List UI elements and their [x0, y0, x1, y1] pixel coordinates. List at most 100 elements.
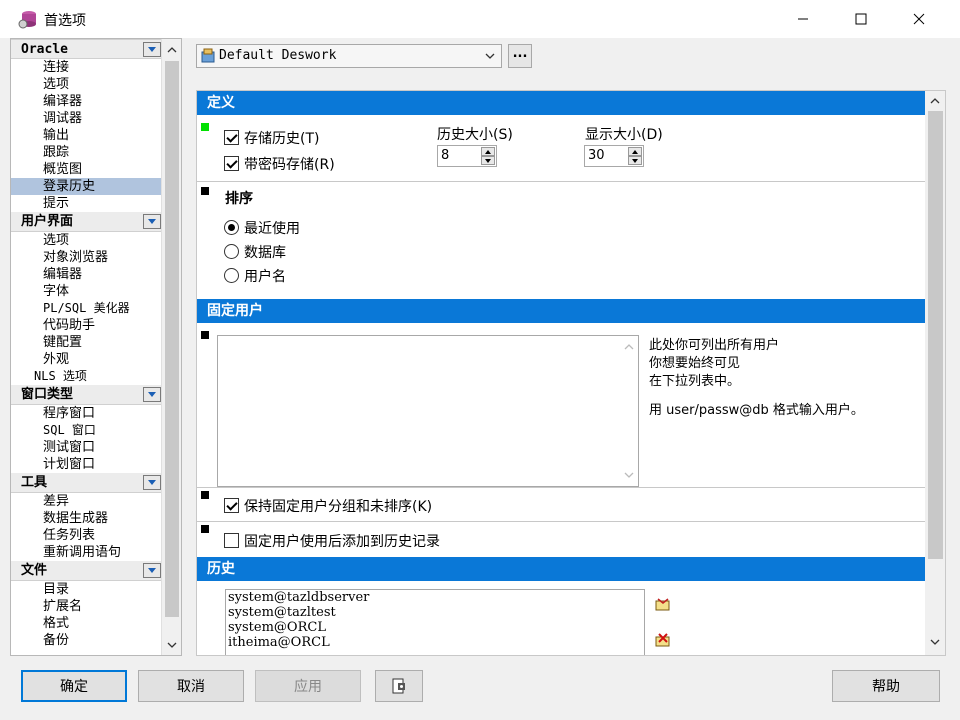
tree-item[interactable]: 对象浏览器 [11, 249, 161, 266]
tree-item[interactable]: 任务列表 [11, 527, 161, 544]
tree-item[interactable]: 程序窗口 [11, 405, 161, 422]
list-item[interactable]: system@ORCL [226, 620, 644, 635]
section-marker [201, 525, 209, 533]
tree-item[interactable]: 跟踪 [11, 144, 161, 161]
tree-category[interactable]: 用户界面 [11, 212, 161, 232]
add-to-history-checkbox[interactable] [224, 533, 239, 548]
tree-item[interactable]: 登录历史 [11, 178, 161, 195]
tree-item[interactable]: 格式 [11, 615, 161, 632]
section-header-definition: 定义 [197, 91, 925, 115]
tools-button[interactable] [375, 670, 423, 702]
delete-history-icon[interactable] [655, 633, 671, 647]
spin-down-button[interactable] [481, 156, 495, 165]
collapse-toggle-button[interactable] [143, 214, 161, 229]
store-password-checkbox[interactable] [224, 156, 239, 171]
tree-scrollbar[interactable] [161, 39, 181, 655]
content-scroll-thumb[interactable] [928, 111, 943, 559]
tree-item[interactable]: 选项 [11, 232, 161, 249]
title-bar: 首选项 [0, 0, 960, 38]
collapse-toggle-button[interactable] [143, 475, 161, 490]
scroll-down-icon[interactable] [167, 640, 177, 650]
scroll-up-icon[interactable] [167, 45, 177, 55]
tree-item[interactable]: 选项 [11, 76, 161, 93]
tree-item[interactable]: 备份 [11, 632, 161, 649]
move-to-fixed-icon[interactable] [655, 597, 671, 611]
spin-down-button[interactable] [628, 156, 642, 165]
tree-item[interactable]: 代码助手 [11, 317, 161, 334]
tree-item[interactable]: 概览图 [11, 161, 161, 178]
sort-radio-database[interactable] [224, 244, 239, 259]
tree-item[interactable]: 键配置 [11, 334, 161, 351]
store-password-label: 带密码存储(R) [244, 157, 335, 173]
close-button[interactable] [890, 0, 948, 38]
tree-category-label: 用户界面 [21, 214, 74, 229]
tree-item[interactable]: 目录 [11, 581, 161, 598]
tree-item[interactable]: 重新调用语句 [11, 544, 161, 561]
preferences-tree: Oracle 连接 选项 编译器 调试器 输出 跟踪 概览图 登录历史 提示 用户界面 选项 对象浏览器… [10, 38, 182, 656]
tree-item[interactable]: 编译器 [11, 93, 161, 110]
history-size-label: 历史大小(S) [437, 127, 513, 143]
sort-radio-recent[interactable] [224, 220, 239, 235]
spin-up-button[interactable] [628, 147, 642, 156]
maximize-button[interactable] [832, 0, 890, 38]
tree-item[interactable]: 输出 [11, 127, 161, 144]
sort-radio-username[interactable] [224, 268, 239, 283]
separator [197, 487, 925, 488]
tree-item[interactable]: 调试器 [11, 110, 161, 127]
scroll-down-icon[interactable] [624, 470, 634, 480]
minimize-button[interactable] [774, 0, 832, 38]
app-database-icon [18, 11, 36, 29]
profile-select[interactable]: Default Deswork [196, 44, 502, 68]
apply-button[interactable]: 应用 [255, 670, 361, 702]
cancel-button[interactable]: 取消 [138, 670, 244, 702]
history-size-spinner[interactable]: 8 [437, 145, 497, 167]
content-scrollbar[interactable] [925, 91, 945, 655]
scroll-up-icon[interactable] [624, 342, 634, 352]
tree-item[interactable]: 测试窗口 [11, 439, 161, 456]
textarea-scrollbar[interactable] [620, 336, 638, 486]
sort-option-label: 用户名 [244, 269, 286, 285]
close-icon [913, 13, 925, 25]
tree-item[interactable]: 提示 [11, 195, 161, 212]
collapse-toggle-button[interactable] [143, 563, 161, 578]
profile-icon [201, 48, 215, 63]
tree-item[interactable]: SQL 窗口 [11, 422, 161, 439]
tree-category[interactable]: 文件 [11, 561, 161, 581]
keep-grouped-checkbox[interactable] [224, 498, 239, 513]
store-history-checkbox[interactable] [224, 130, 239, 145]
help-button[interactable]: 帮助 [832, 670, 940, 702]
tree-item[interactable]: 计划窗口 [11, 456, 161, 473]
tree-item[interactable]: 连接 [11, 59, 161, 76]
tree-item[interactable]: 外观 [11, 351, 161, 368]
display-size-value: 30 [588, 148, 605, 163]
tree-scroll-thumb[interactable] [165, 61, 179, 617]
list-item[interactable]: system@tazldbserver [226, 590, 644, 605]
settings-panel: Default Deswork ... 定义 存储历史(T) 带密码存储(R) … [188, 38, 960, 658]
tree-item[interactable]: 字体 [11, 283, 161, 300]
display-size-label: 显示大小(D) [585, 127, 663, 143]
tree-category[interactable]: 工具 [11, 473, 161, 493]
tree-item[interactable]: 扩展名 [11, 598, 161, 615]
list-item[interactable]: system@tazltest [226, 605, 644, 620]
tree-item[interactable]: PL/SQL 美化器 [11, 300, 161, 317]
ok-button[interactable]: 确定 [21, 670, 127, 702]
tree-item[interactable]: 数据生成器 [11, 510, 161, 527]
tree-item[interactable]: 差异 [11, 493, 161, 510]
tree-category[interactable]: 窗口类型 [11, 385, 161, 405]
spin-up-button[interactable] [481, 147, 495, 156]
collapse-toggle-button[interactable] [143, 42, 161, 57]
fixed-users-textarea[interactable] [217, 335, 639, 487]
display-size-spinner[interactable]: 30 [584, 145, 644, 167]
scroll-up-icon[interactable] [930, 96, 940, 106]
tree-category[interactable]: Oracle [11, 39, 161, 59]
list-item[interactable]: itheima@ORCL [226, 635, 644, 650]
collapse-toggle-button[interactable] [143, 387, 161, 402]
fixed-users-desc-line: 此处你可列出所有用户 [649, 338, 780, 353]
tree-item[interactable]: NLS 选项 [11, 368, 161, 385]
keep-grouped-label: 保持固定用户分组和未排序(K) [244, 499, 433, 515]
scroll-down-icon[interactable] [930, 637, 940, 647]
history-list[interactable]: system@tazldbserver system@tazltest syst… [225, 589, 645, 655]
tree-category-label: 文件 [21, 563, 48, 578]
profile-more-button[interactable]: ... [508, 44, 532, 68]
tree-item[interactable]: 编辑器 [11, 266, 161, 283]
